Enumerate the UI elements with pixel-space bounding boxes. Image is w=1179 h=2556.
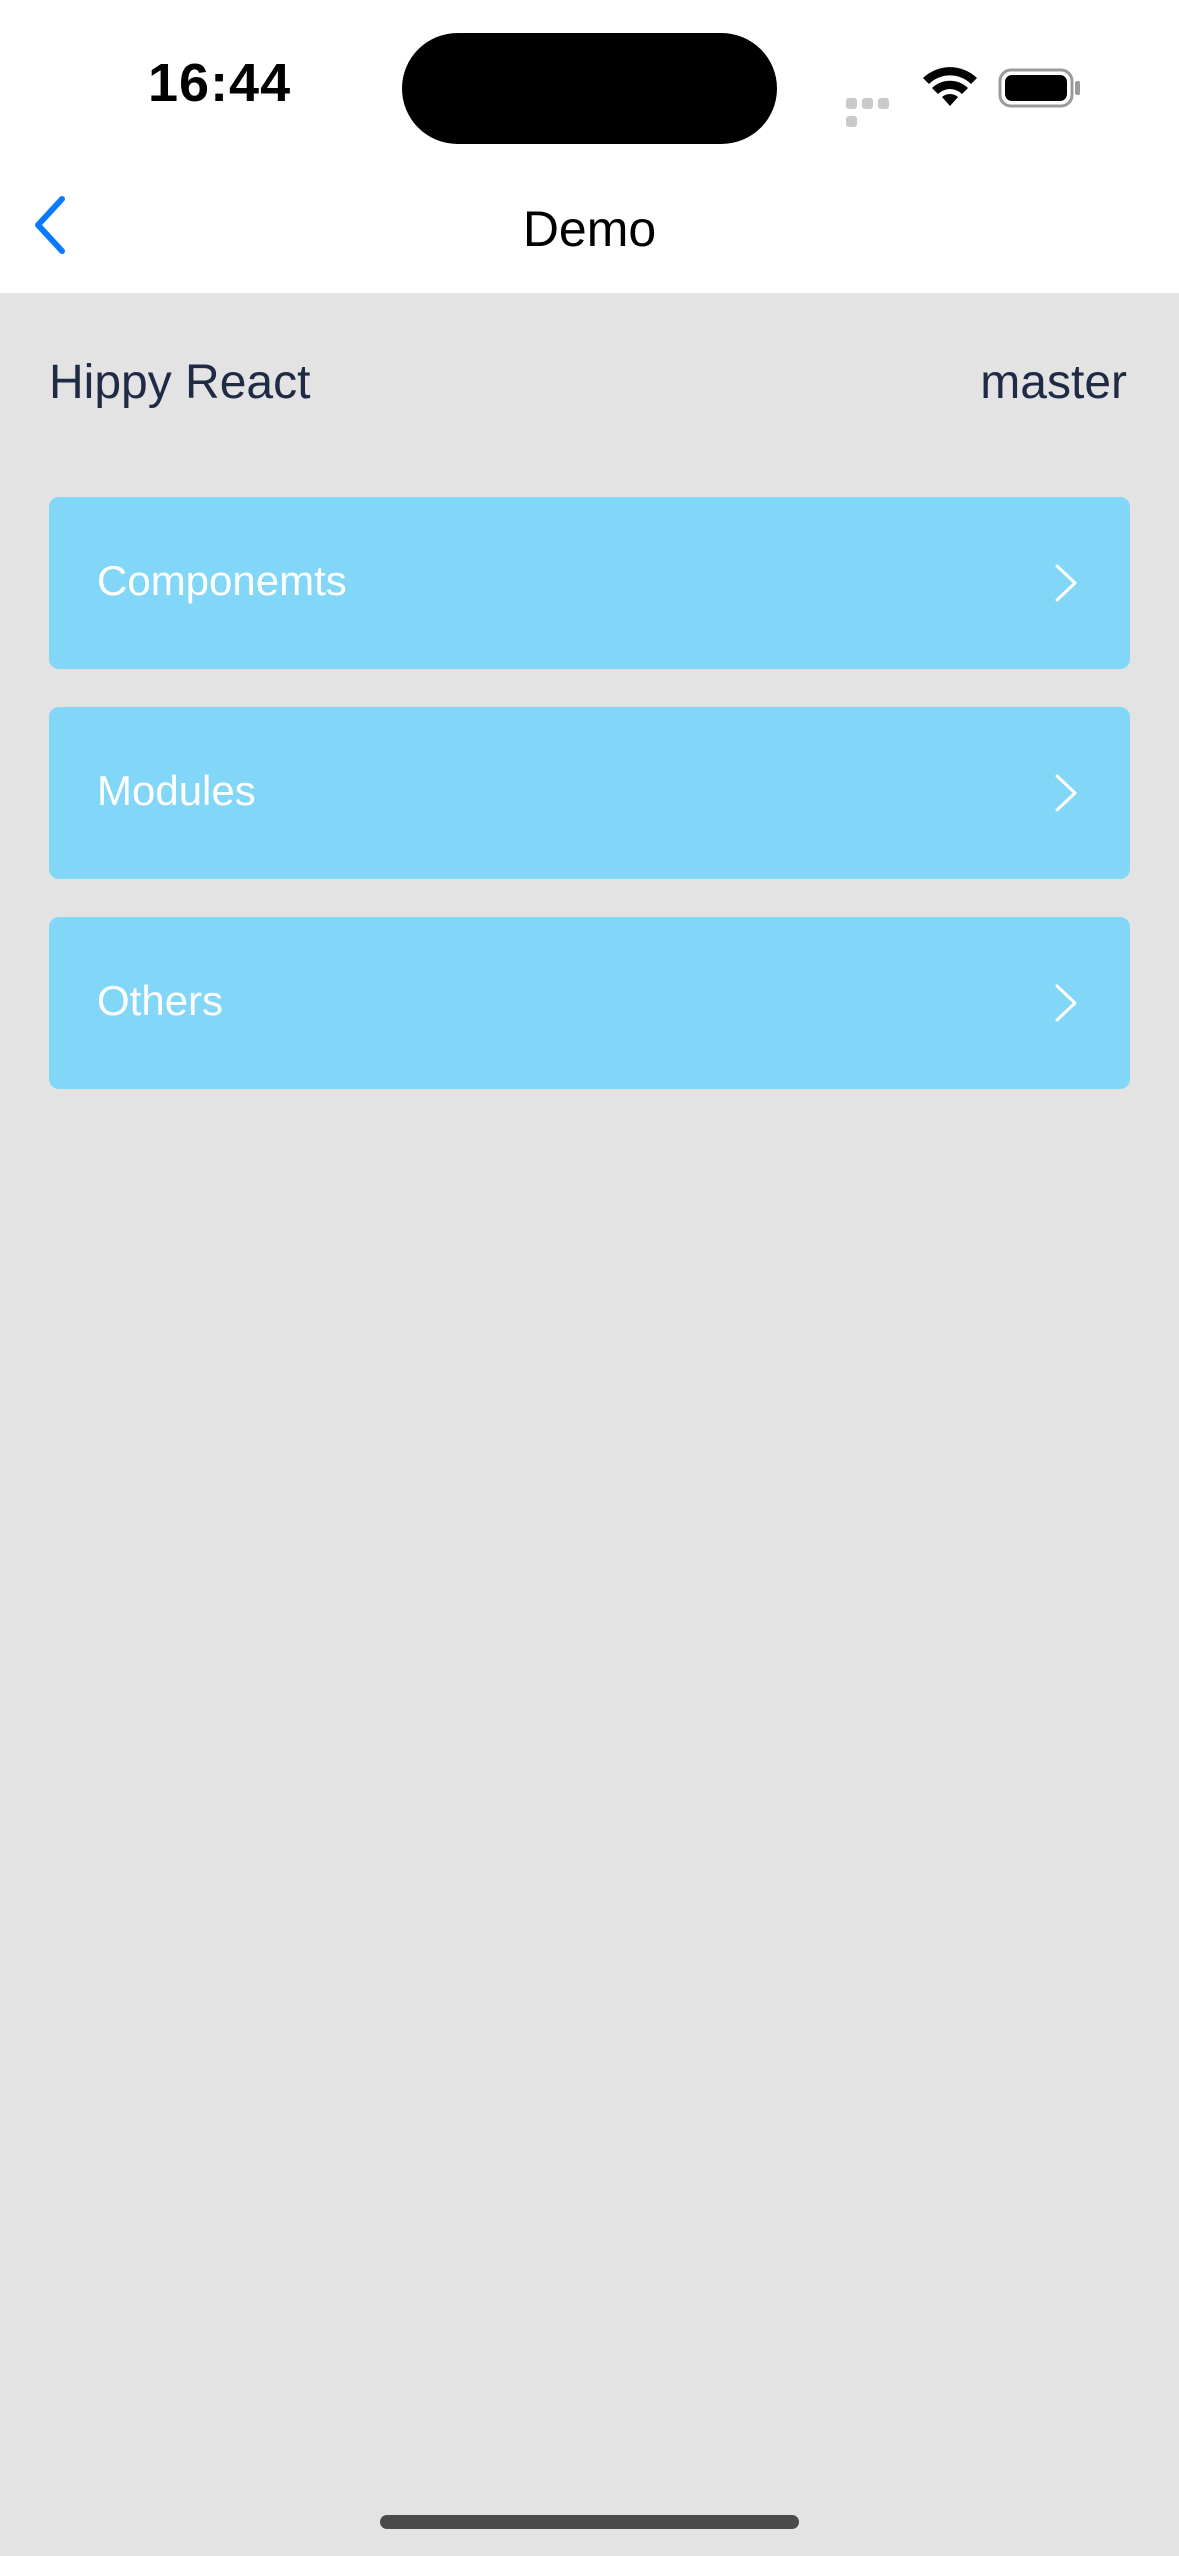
navigation-bar: Demo (0, 160, 1179, 293)
app-name-label: Hippy React (49, 356, 311, 409)
page-title: Demo (522, 201, 657, 257)
menu-item-components[interactable]: Componemts (49, 497, 1130, 669)
status-time: 16:44 (148, 53, 292, 113)
chevron-right-icon (1055, 564, 1077, 602)
cellular-signal-icon (846, 96, 906, 127)
screen: 16:44 Demo Hippy React master Componemts… (0, 0, 1179, 2556)
wifi-icon (923, 67, 977, 106)
status-bar: 16:44 (0, 0, 1179, 160)
info-row: Hippy React master (49, 355, 1127, 415)
menu-item-label: Modules (97, 767, 256, 814)
battery-icon (998, 68, 1080, 108)
menu-item-label: Componemts (97, 557, 347, 604)
branch-label: master (980, 356, 1127, 409)
dynamic-island (402, 33, 777, 144)
menu-item-modules[interactable]: Modules (49, 707, 1130, 879)
chevron-right-icon (1055, 984, 1077, 1022)
menu-item-label: Others (97, 977, 224, 1024)
chevron-right-icon (1055, 774, 1077, 812)
menu-item-others[interactable]: Others (49, 917, 1130, 1089)
home-indicator[interactable] (380, 2515, 799, 2529)
